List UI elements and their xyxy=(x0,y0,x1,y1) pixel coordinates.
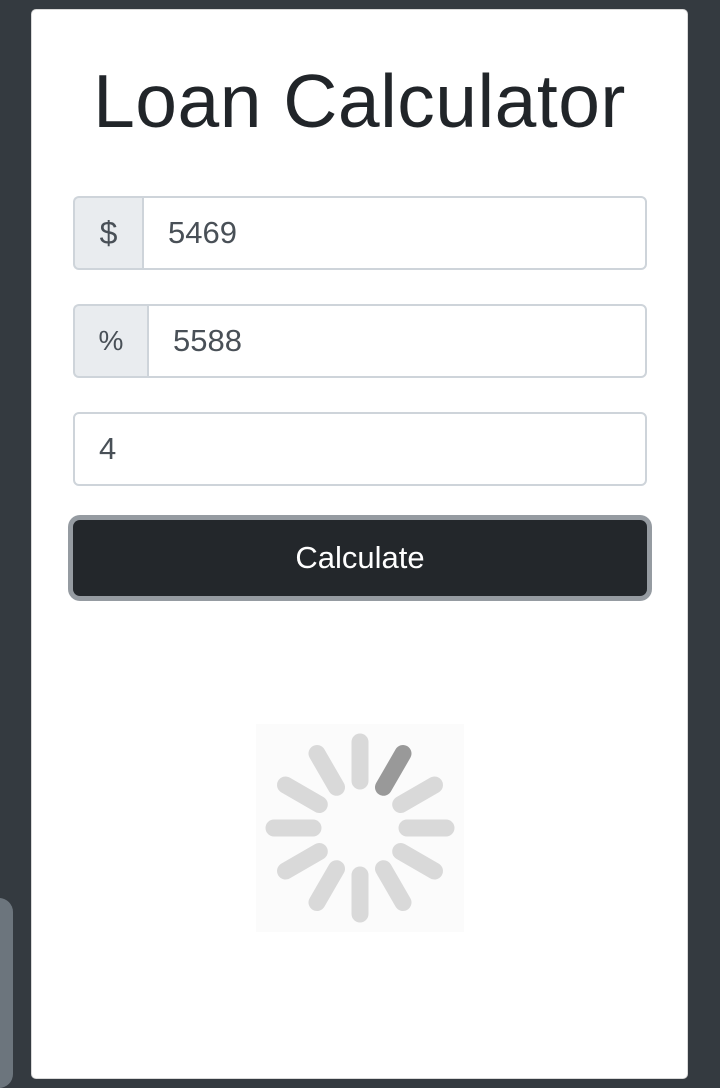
spinner-bar xyxy=(375,745,412,796)
percent-addon: % xyxy=(73,304,147,378)
calculate-button[interactable]: Calculate xyxy=(73,520,647,596)
spinner-bar xyxy=(392,776,443,813)
loan-calculator-card: Loan Calculator $ % Calculate xyxy=(31,9,688,1079)
years-group xyxy=(73,412,647,486)
years-input[interactable] xyxy=(73,412,647,486)
loading-spinner-icon xyxy=(256,724,464,932)
side-panel-tab[interactable] xyxy=(0,898,13,1088)
spinner-graphic xyxy=(265,733,455,923)
spinner-bar xyxy=(308,745,345,796)
interest-group: % xyxy=(73,304,647,378)
dollar-addon: $ xyxy=(73,196,142,270)
loan-amount-group: $ xyxy=(73,196,647,270)
loan-amount-input[interactable] xyxy=(142,196,647,270)
spinner-bar xyxy=(277,843,328,880)
spinner-bar xyxy=(375,860,412,911)
spinner-bar xyxy=(308,860,345,911)
spinner-bar xyxy=(392,843,443,880)
page-title: Loan Calculator xyxy=(93,59,626,143)
spinner-bar xyxy=(277,776,328,813)
interest-input[interactable] xyxy=(147,304,647,378)
